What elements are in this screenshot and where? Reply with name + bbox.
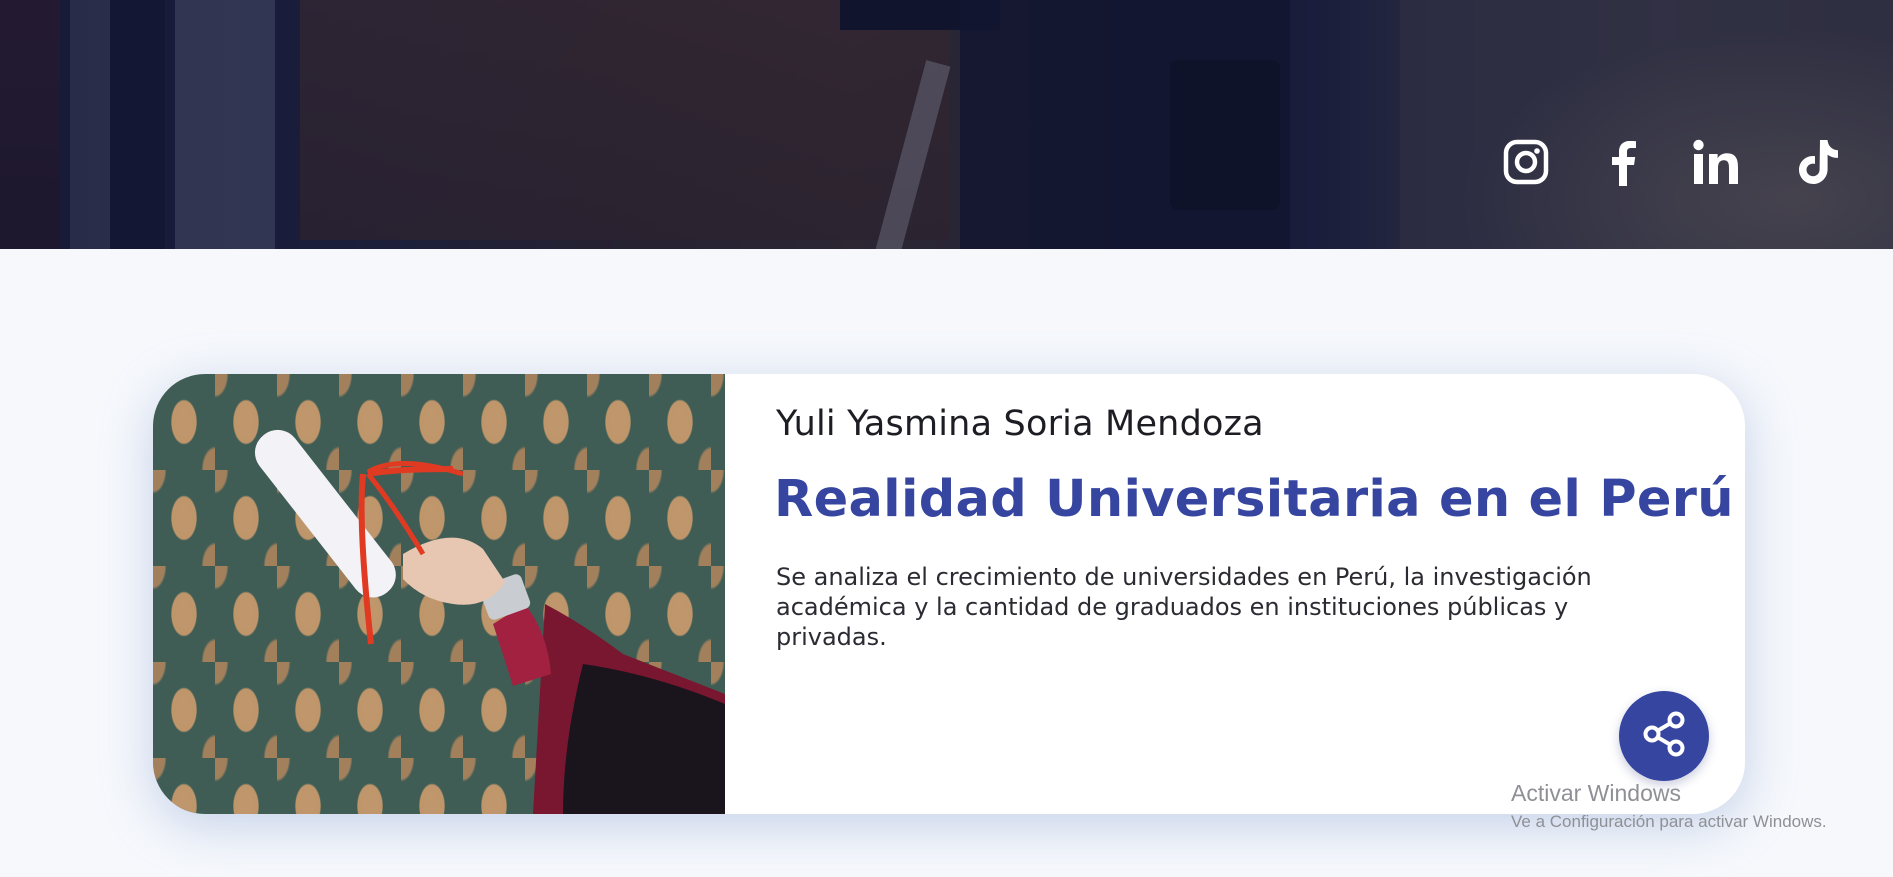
article-title[interactable]: Realidad Universitaria en el Perú	[774, 470, 1734, 529]
tiktok-link[interactable]	[1790, 134, 1846, 190]
linkedin-icon	[1692, 139, 1740, 185]
hero-banner	[0, 0, 1893, 249]
facebook-icon	[1608, 138, 1638, 186]
share-button[interactable]	[1619, 691, 1709, 781]
linkedin-link[interactable]	[1688, 134, 1744, 190]
article-description: Se analiza el crecimiento de universidad…	[776, 563, 1592, 651]
windows-activation-subtitle: Ve a Configuración para activar Windows.	[1511, 812, 1827, 831]
windows-activation-title: Activar Windows	[1511, 780, 1681, 806]
article-author: Yuli Yasmina Soria Mendoza	[776, 404, 1264, 444]
instagram-icon	[1502, 138, 1550, 186]
share-icon	[1638, 708, 1690, 764]
facebook-link[interactable]	[1595, 134, 1651, 190]
instagram-link[interactable]	[1498, 134, 1554, 190]
graduation-diploma-image	[153, 374, 725, 814]
tiktok-icon	[1796, 138, 1840, 186]
